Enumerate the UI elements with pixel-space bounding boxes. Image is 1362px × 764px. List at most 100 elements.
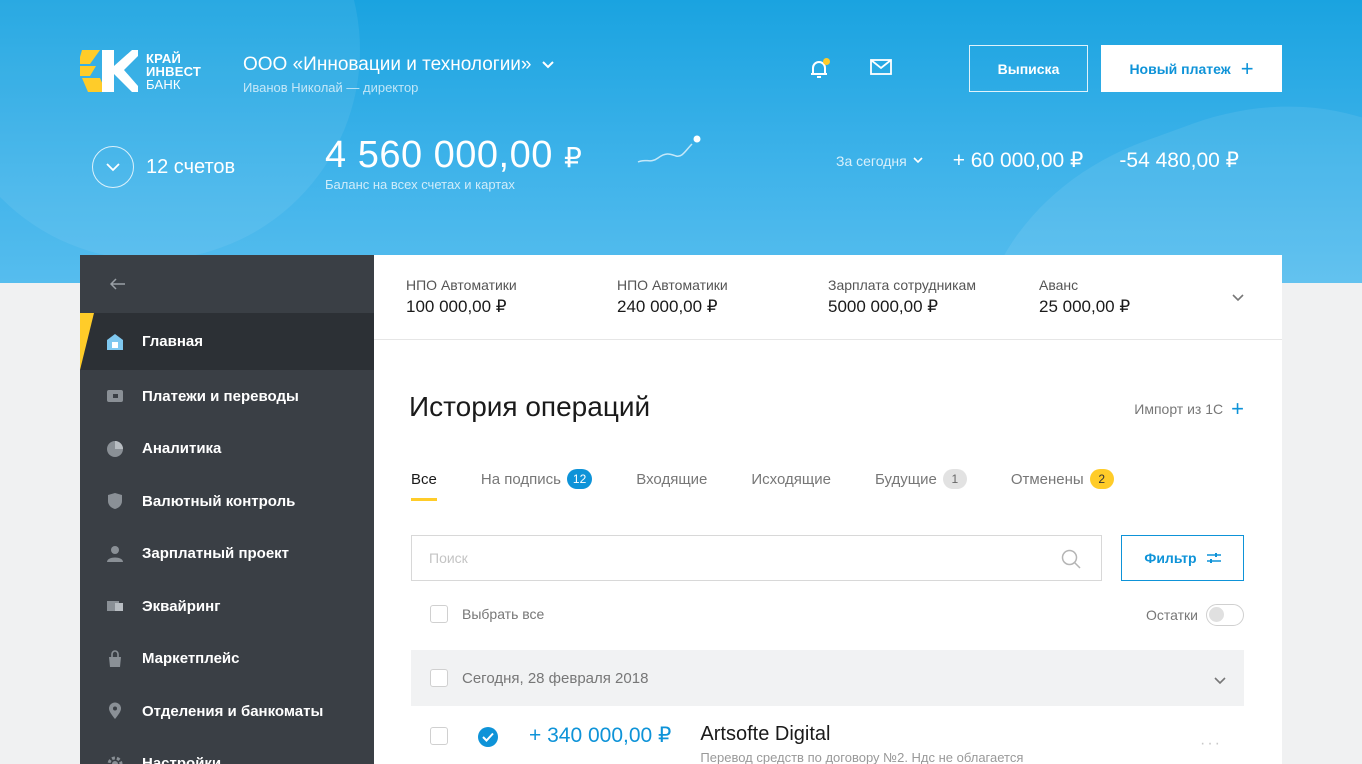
filter-button[interactable]: Фильтр [1121,535,1244,581]
tab-future[interactable]: Будущие 1 [875,467,967,491]
sidebar-item-salary-project[interactable]: Зарплатный проект [80,528,374,581]
remains-toggle[interactable] [1206,604,1244,626]
sidebar-item-branches[interactable]: Отделения и банкоматы [80,685,374,738]
sidebar: Главная Платежи и переводы Аналитика Вал… [80,255,374,764]
company-user: Иванов Николай — директор [243,80,419,95]
search-icon[interactable] [1061,549,1081,574]
sidebar-item-label: Маркетплейс [142,650,240,668]
status-signed-icon [478,727,498,747]
count-badge: 2 [1089,469,1114,489]
shield-icon [106,492,124,510]
sidebar-item-label: Валютный контроль [142,492,296,510]
date-group-header[interactable]: Сегодня, 28 февраля 2018 [411,650,1244,706]
plus-icon: + [1231,396,1244,421]
statement-button[interactable]: Выписка [969,45,1088,92]
today-expense: -54 480,00 ₽ [1119,149,1240,172]
period-selector[interactable]: За сегодня [836,153,923,169]
quick-payment[interactable]: Аванс 25 000,00 ₽ [1039,277,1250,317]
tab-to-sign[interactable]: На подпись 12 [481,467,593,491]
company-switcher[interactable]: ООО «Инновации и технологии» Иванов Нико… [243,54,554,95]
sidebar-item-label: Эквайринг [142,597,221,615]
back-arrow-icon[interactable] [80,255,374,313]
sidebar-item-acquiring[interactable]: Эквайринг [80,580,374,633]
quick-payments-bar: НПО Автоматики 100 000,00 ₽ НПО Автомати… [374,255,1282,340]
wallet-icon [106,387,124,405]
tab-outgoing[interactable]: Исходящие [751,467,831,491]
new-payment-button[interactable]: Новый платеж + [1101,45,1282,92]
remains-label: Остатки [1146,607,1198,623]
import-label: Импорт из 1С [1134,401,1224,417]
tab-cancelled[interactable]: Отменены 2 [1011,467,1114,491]
balance-sparkline-icon [636,132,706,173]
user-icon [106,545,124,563]
chevron-down-icon[interactable] [1214,672,1226,689]
search-input[interactable] [429,550,1029,566]
decorative-wave [0,0,360,260]
location-icon [106,702,124,720]
select-all-checkbox[interactable] [430,605,448,623]
plus-icon: + [1240,55,1254,81]
bag-icon [106,650,124,668]
history-tabs: Все На подпись 12 Входящие Исходящие Буду… [411,467,1158,501]
select-all[interactable]: Выбрать все [430,605,544,623]
accounts-count: 12 счетов [146,155,236,178]
card-icon [106,597,124,615]
quick-payment[interactable]: НПО Автоматики 240 000,00 ₽ [617,277,828,317]
sidebar-item-label: Настройки [142,755,222,764]
today-income: + 60 000,00 ₽ [952,149,1084,172]
chevron-down-icon [541,61,554,69]
sidebar-item-settings[interactable]: Настройки [80,738,374,764]
sidebar-item-label: Аналитика [142,440,222,458]
more-options-icon[interactable]: ··· [1200,735,1222,753]
notifications-bell-icon[interactable] [808,58,830,80]
tab-all[interactable]: Все [411,467,437,501]
sidebar-item-label: Зарплатный проект [142,545,290,563]
header-banner: КРАЙ ИНВЕСТ БАНК ООО «Инновации и технол… [0,0,1362,283]
page-title: История операций [409,391,651,422]
home-icon [106,333,124,351]
currency-sign: ₽ [563,142,583,173]
tab-incoming[interactable]: Входящие [636,467,707,491]
group-date-label: Сегодня, 28 февраля 2018 [462,669,649,687]
sidebar-item-label: Платежи и переводы [142,387,299,405]
quick-payment[interactable]: НПО Автоматики 100 000,00 ₽ [406,277,617,317]
total-balance: 4 560 000,00 ₽ Баланс на всех счетах и к… [325,134,582,192]
operation-counterparty: Artsofte Digital [700,723,831,745]
select-all-label: Выбрать все [462,606,545,622]
sidebar-item-label: Главная [142,333,204,350]
period-label: За сегодня [836,152,907,169]
pie-chart-icon [106,440,124,458]
chevron-down-icon[interactable] [1232,289,1244,307]
quick-payment[interactable]: Зарплата сотрудникам 5000 000,00 ₽ [828,277,1039,317]
new-payment-label: Новый платеж [1129,60,1231,77]
sidebar-item-currency-control[interactable]: Валютный контроль [80,475,374,528]
main-content: НПО Автоматики 100 000,00 ₽ НПО Автомати… [374,255,1282,764]
bank-logo[interactable]: КРАЙ ИНВЕСТ БАНК [76,48,201,94]
group-checkbox[interactable] [430,669,448,687]
balance-value: 4 560 000,00 [325,134,553,176]
mail-icon[interactable] [870,58,892,80]
operation-row[interactable]: + 340 000,00 ₽ Artsofte Digital Перевод … [430,723,1244,764]
logo-text: КРАЙ ИНВЕСТ БАНК [146,50,201,92]
operation-description: Перевод средств по договору №2. Ндс не о… [700,750,1024,764]
count-badge: 1 [942,469,967,489]
sidebar-item-payments[interactable]: Платежи и переводы [80,370,374,423]
sidebar-item-marketplace[interactable]: Маркетплейс [80,633,374,686]
balance-caption: Баланс на всех счетах и картах [325,177,515,192]
chevron-down-icon [913,157,923,164]
sidebar-item-analytics[interactable]: Аналитика [80,423,374,476]
operation-checkbox[interactable] [430,727,448,745]
today-summary: За сегодня + 60 000,00 ₽ -54 480,00 ₽ [836,148,1239,173]
filter-label: Фильтр [1144,550,1197,566]
import-1c-button[interactable]: Импорт из 1С + [1134,398,1244,420]
remains-switch[interactable]: Остатки [1146,604,1244,626]
operation-amount: + 340 000,00 ₽ [529,724,672,747]
company-name: ООО «Инновации и технологии» [243,54,532,75]
gear-icon [106,755,124,764]
logo-mark-icon [76,48,138,94]
chevron-down-icon[interactable] [92,146,134,188]
notification-dot [823,58,830,65]
search-box [411,535,1102,581]
sidebar-item-home[interactable]: Главная [80,313,374,370]
accounts-toggle[interactable]: 12 счетов [92,146,235,188]
